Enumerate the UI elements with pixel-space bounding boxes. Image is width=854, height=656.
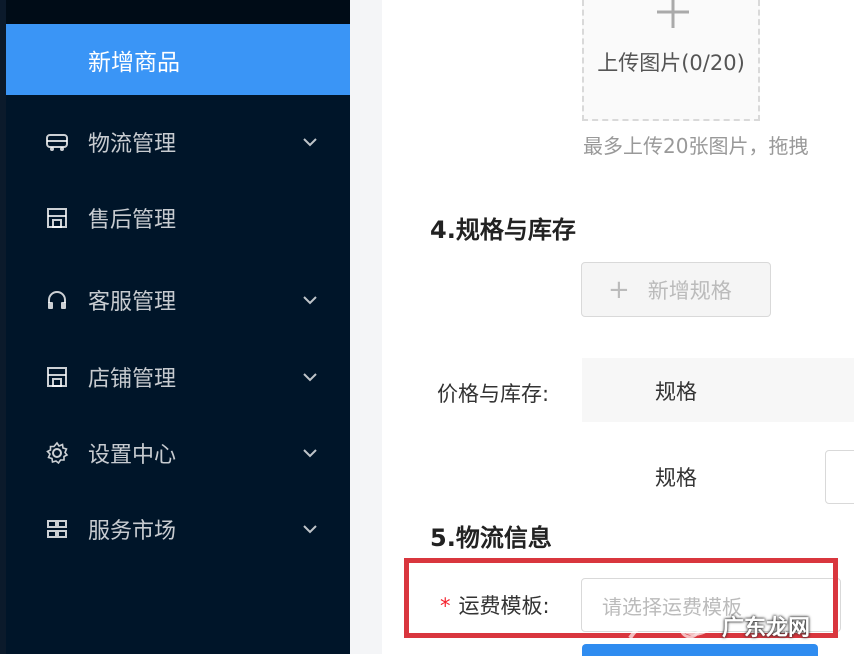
sidebar-item-logistics[interactable]: 物流管理 <box>0 112 350 172</box>
chevron-down-icon <box>300 132 320 152</box>
sidebar-item-label: 客服管理 <box>88 290 177 315</box>
layout-gutter <box>350 0 382 654</box>
store-icon <box>44 364 70 390</box>
sidebar-item-settings[interactable]: 设置中心 <box>0 423 350 483</box>
sidebar-top-strip <box>0 0 350 24</box>
plus-icon <box>655 0 691 30</box>
sidebar-item-customer-service[interactable]: 客服管理 <box>0 270 350 330</box>
freight-label-text: 运费模板: <box>458 594 550 618</box>
spec-input[interactable] <box>825 450 854 504</box>
section-title-logistics: 5.物流信息 <box>430 524 552 552</box>
store-icon <box>44 205 70 231</box>
sidebar-item-label: 新增商品 <box>88 49 180 76</box>
sidebar-edge <box>0 0 6 654</box>
required-mark: * <box>440 594 451 618</box>
add-spec-label: 新增规格 <box>647 278 732 303</box>
spec-table-header <box>582 358 854 422</box>
sidebar-item-label: 设置中心 <box>88 443 177 468</box>
gear-icon <box>44 440 70 466</box>
sidebar-item-add-product[interactable]: 新增商品 <box>6 24 350 95</box>
sidebar-item-label: 物流管理 <box>88 132 177 157</box>
truck-icon <box>44 129 70 155</box>
sidebar-item-label: 售后管理 <box>88 208 177 233</box>
sidebar-item-label: 服务市场 <box>88 519 177 544</box>
watermark-text: 广东龙网 <box>722 616 811 641</box>
plus-icon: + <box>608 274 630 305</box>
upload-hint: 最多上传20张图片，拖拽 <box>583 134 809 158</box>
freight-template-label: * 运费模板: <box>440 590 550 620</box>
sidebar-item-service-market[interactable]: 服务市场 <box>0 499 350 559</box>
chevron-down-icon <box>300 367 320 387</box>
chevron-down-icon <box>300 443 320 463</box>
upload-label: 上传图片(0/20) <box>597 51 745 75</box>
chevron-down-icon <box>300 519 320 539</box>
chevron-down-icon <box>300 290 320 310</box>
grid-icon <box>44 516 70 542</box>
spec-column-header: 规格 <box>655 380 697 404</box>
sidebar: 新增商品 物流管理 售后管理 客服管理 店铺管理 设置中心 服务市场 <box>0 0 350 654</box>
headset-icon <box>44 287 70 313</box>
spec-row-label: 规格 <box>655 466 697 490</box>
price-stock-label: 价格与库存: <box>437 382 550 406</box>
sidebar-item-after-sales[interactable]: 售后管理 <box>0 188 350 248</box>
section-title-spec: 4.规格与库存 <box>430 216 576 244</box>
sidebar-item-label: 店铺管理 <box>88 367 177 392</box>
add-spec-button[interactable]: + 新增规格 <box>581 262 771 317</box>
sidebar-item-shop[interactable]: 店铺管理 <box>0 347 350 407</box>
